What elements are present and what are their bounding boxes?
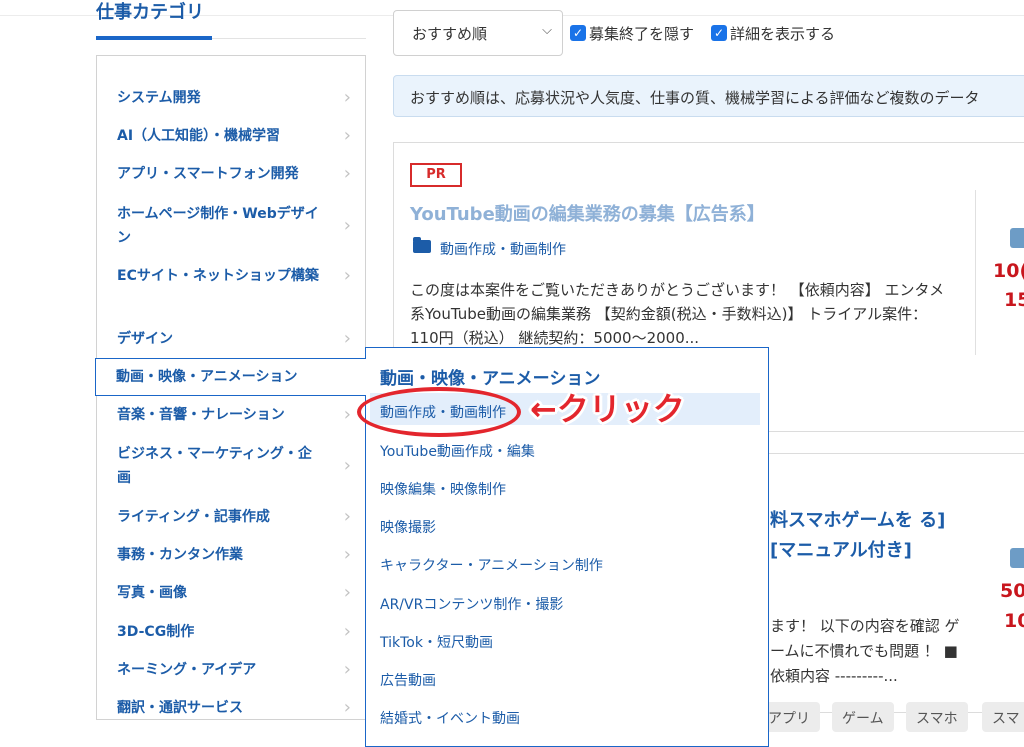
chevron-right-icon: › — [343, 697, 351, 718]
show-details-label: 詳細を表示する — [730, 24, 836, 43]
annotation-click-label: ←クリック — [530, 390, 685, 428]
chevron-down-icon: ⌵ — [542, 23, 552, 38]
subcategory-item-wedding-event[interactable]: 結婚式・イベント動画 — [380, 708, 520, 728]
sidebar-item-label: AI（人工知能）・機械学習 — [117, 128, 281, 144]
sidebar-heading-rule — [212, 38, 366, 39]
chevron-right-icon: › — [343, 455, 351, 476]
checkbox-checked-icon: ✓ — [711, 25, 727, 41]
sidebar-item-video-active[interactable]: 動画・映像・アニメーション — [95, 358, 366, 396]
sidebar-heading: 仕事カテゴリ — [96, 2, 204, 23]
show-details-checkbox[interactable]: ✓ 詳細を表示する — [711, 24, 836, 43]
chevron-right-icon: › — [343, 621, 351, 642]
sidebar-item-business[interactable]: ビジネス・マーケティング・企画 › — [97, 442, 365, 490]
sidebar-heading-underline — [96, 36, 212, 40]
sidebar-item-system-dev[interactable]: システム開発 › — [97, 86, 365, 110]
sidebar-item-label: 写真・画像 — [117, 585, 187, 601]
subcategory-item-character-animation[interactable]: キャラクター・アニメーション制作 — [380, 555, 603, 575]
job-category-link[interactable]: 動画作成・動画制作 — [440, 239, 566, 259]
status-tag — [1010, 228, 1024, 248]
sidebar-item-web[interactable]: ホームページ制作・Webデザイン › — [97, 202, 365, 250]
subcategory-item-youtube[interactable]: YouTube動画作成・編集 — [380, 441, 535, 461]
chevron-right-icon: › — [343, 506, 351, 527]
subcategory-item-ar-vr[interactable]: AR/VRコンテンツ制作・撮影 — [380, 594, 563, 614]
chevron-right-icon: › — [343, 582, 351, 603]
sidebar-item-app[interactable]: アプリ・スマートフォン開発 › — [97, 162, 365, 186]
sidebar-item-label: アプリ・スマートフォン開発 — [117, 166, 299, 182]
chevron-right-icon: › — [343, 265, 351, 286]
chevron-right-icon: › — [343, 404, 351, 425]
sidebar-item-label: 動画・映像・アニメーション — [116, 369, 298, 385]
subcategory-item-video-editing[interactable]: 映像編集・映像制作 — [380, 479, 506, 499]
chevron-right-icon: › — [343, 328, 351, 349]
sort-info-banner: おすすめ順は、応募状況や人気度、仕事の質、機械学習による評価など複数のデータ — [393, 75, 1024, 117]
sidebar-item-label: 3D-CG制作 — [117, 624, 195, 640]
hide-closed-checkbox[interactable]: ✓ 募集終了を隠す — [570, 24, 695, 43]
sidebar-item-music[interactable]: 音楽・音響・ナレーション › — [97, 403, 365, 427]
chevron-right-icon: › — [343, 163, 351, 184]
tag-chip[interactable]: スマ — [982, 702, 1024, 732]
annotation-circle — [357, 387, 521, 437]
job-price: 10( — [993, 260, 1024, 282]
tag-chip[interactable]: スマホ — [906, 702, 968, 732]
job-price-range: 10 — [1004, 610, 1024, 632]
sidebar-item-writing[interactable]: ライティング・記事作成 › — [97, 505, 365, 529]
subcategory-item-tiktok[interactable]: TikTok・短尺動画 — [380, 632, 493, 652]
sidebar-item-design[interactable]: デザイン › — [97, 327, 365, 351]
chevron-right-icon: › — [343, 215, 351, 236]
sidebar-item-label: ネーミング・アイデア — [117, 662, 257, 678]
sidebar-item-ec[interactable]: ECサイト・ネットショップ構築 › — [97, 264, 365, 288]
checkbox-checked-icon: ✓ — [570, 25, 586, 41]
sidebar-item-ai[interactable]: AI（人工知能）・機械学習 › — [97, 124, 365, 148]
chevron-right-icon: › — [343, 87, 351, 108]
card-divider — [975, 190, 976, 355]
sidebar-item-label: 翻訳・通訳サービス — [117, 700, 243, 716]
hide-closed-label: 募集終了を隠す — [589, 24, 695, 43]
sidebar-item-3dcg[interactable]: 3D-CG制作 › — [97, 620, 365, 644]
sidebar-item-label: ビジネス・マーケティング・企画 — [117, 446, 312, 486]
job-title-link[interactable]: 料スマホゲームを る][マニュアル付き] — [770, 506, 970, 566]
sort-select[interactable]: おすすめ順 ⌵ — [393, 10, 563, 56]
sidebar-item-label: ホームページ制作・Webデザイン — [117, 206, 319, 246]
status-tag — [1010, 548, 1024, 568]
sidebar-item-label: デザイン — [117, 331, 173, 347]
job-description: この度は本案件をご覧いただきありがとうございます！ 【依頼内容】 エンタメ系Yo… — [410, 281, 945, 347]
tag-chip[interactable]: ゲーム — [832, 702, 894, 732]
sidebar-item-label: ECサイト・ネットショップ構築 — [117, 268, 319, 284]
sort-select-value: おすすめ順 — [412, 25, 488, 43]
sidebar-item-naming[interactable]: ネーミング・アイデア › — [97, 658, 365, 682]
sort-info-text: おすすめ順は、応募状況や人気度、仕事の質、機械学習による評価など複数のデータ — [410, 89, 980, 107]
job-price-range: 15 — [1004, 289, 1024, 311]
sidebar-item-label: 事務・カンタン作業 — [117, 547, 243, 563]
subcategory-item-ad-video[interactable]: 広告動画 — [380, 670, 436, 690]
subcategory-item-filming[interactable]: 映像撮影 — [380, 517, 436, 537]
chevron-right-icon: › — [343, 659, 351, 680]
chevron-right-icon: › — [343, 125, 351, 146]
sidebar-item-label: システム開発 — [117, 90, 201, 106]
sidebar-item-label: 音楽・音響・ナレーション — [117, 407, 285, 423]
sidebar-item-office[interactable]: 事務・カンタン作業 › — [97, 543, 365, 567]
job-description: ます！ 以下の内容を確認 ゲームに不慣れでも問題 ！ ■依頼内容 -------… — [770, 617, 960, 685]
job-price: 50 — [1000, 580, 1024, 602]
chevron-right-icon: › — [343, 544, 351, 565]
sidebar-item-label: ライティング・記事作成 — [117, 509, 270, 525]
sidebar-item-translation[interactable]: 翻訳・通訳サービス › — [97, 696, 365, 719]
folder-icon — [413, 237, 431, 253]
sidebar-item-photo[interactable]: 写真・画像 › — [97, 581, 365, 605]
pr-badge: PR — [410, 163, 462, 187]
job-title-link[interactable]: YouTube動画の編集業務の募集【広告系】 — [410, 200, 765, 226]
